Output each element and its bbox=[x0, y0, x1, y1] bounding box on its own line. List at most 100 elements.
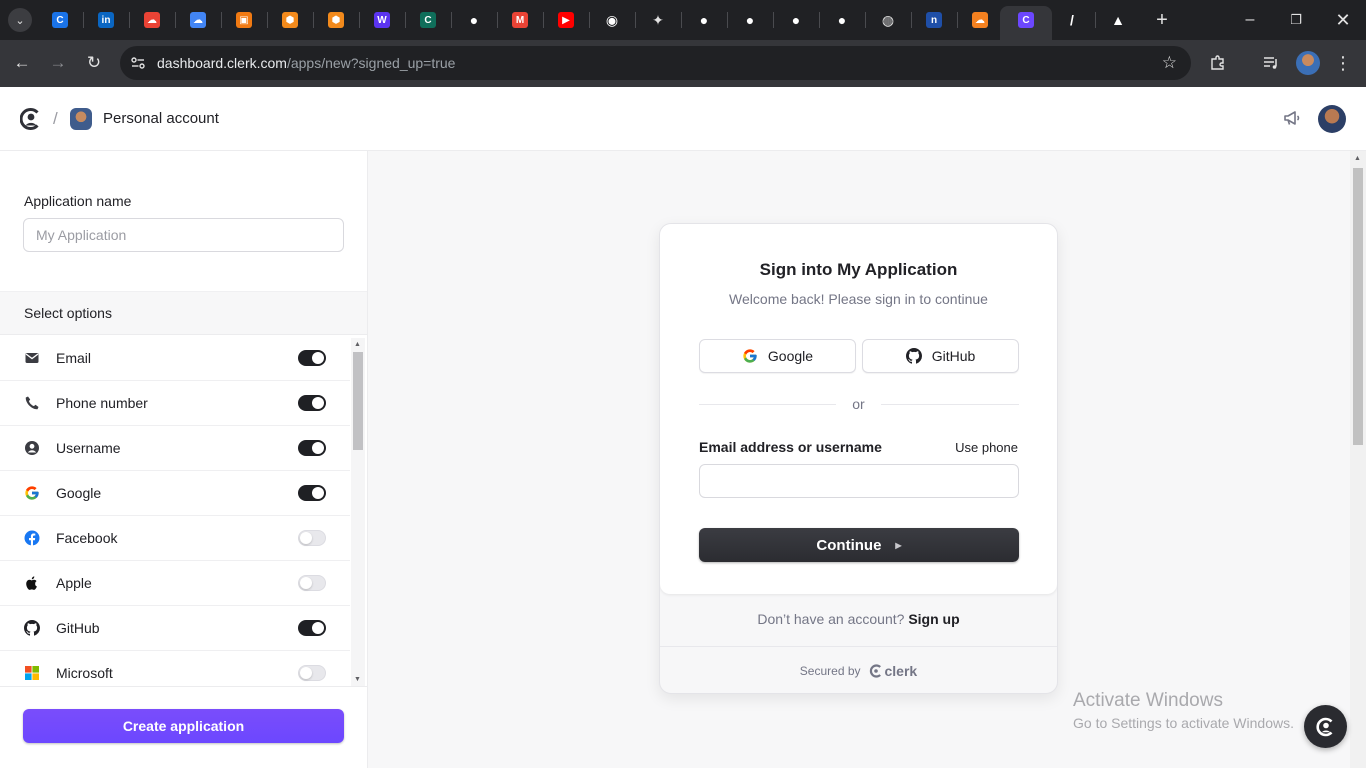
tab-separator bbox=[819, 12, 820, 28]
tab-separator bbox=[727, 12, 728, 28]
tab-search-button[interactable]: ⌄ bbox=[8, 8, 32, 32]
address-bar[interactable]: dashboard.clerk.com/apps/new?signed_up=t… bbox=[120, 46, 1191, 80]
browser-tab[interactable]: W bbox=[368, 6, 396, 34]
tab-separator bbox=[83, 12, 84, 28]
browser-tab[interactable]: ✦ bbox=[644, 6, 672, 34]
google-button-label: Google bbox=[767, 348, 814, 364]
sign-in-subtitle: Welcome back! Please sign in to continue bbox=[729, 291, 988, 307]
breadcrumb-account[interactable]: Personal account bbox=[103, 110, 219, 127]
option-row-microsoft[interactable]: Microsoft bbox=[0, 651, 350, 686]
browser-tab[interactable]: C bbox=[414, 6, 442, 34]
url-host: dashboard.clerk.com bbox=[157, 55, 287, 71]
n-app-icon: n bbox=[926, 12, 942, 28]
browser-tab[interactable]: ☁ bbox=[966, 6, 994, 34]
scroll-up-arrow-icon[interactable]: ▲ bbox=[354, 341, 361, 348]
bookmark-star-icon[interactable]: ☆ bbox=[1162, 53, 1177, 73]
sign-in-card-body: Sign into My Application Welcome back! P… bbox=[660, 224, 1057, 594]
options-scrollbar[interactable]: ▲ ▼ bbox=[351, 338, 365, 686]
sign-in-title: Sign into My Application bbox=[759, 260, 958, 279]
close-window-button[interactable]: ✕ bbox=[1331, 8, 1355, 32]
option-toggle[interactable] bbox=[298, 620, 326, 636]
option-row-phone-number[interactable]: Phone number bbox=[0, 381, 350, 426]
clerk-brand[interactable]: clerk bbox=[869, 663, 917, 679]
cursor-c-icon: C bbox=[420, 12, 436, 28]
browser-tab[interactable]: n bbox=[920, 6, 948, 34]
reload-button[interactable]: ↻ bbox=[82, 51, 106, 75]
sign-up-link[interactable]: Sign up bbox=[908, 611, 959, 627]
browser-tab[interactable]: C bbox=[1012, 6, 1040, 34]
tab-separator bbox=[865, 12, 866, 28]
browser-tab[interactable]: ● bbox=[782, 6, 810, 34]
extensions-icon[interactable] bbox=[1206, 51, 1230, 75]
option-row-email[interactable]: Email bbox=[0, 336, 350, 381]
option-row-apple[interactable]: Apple bbox=[0, 561, 350, 606]
restore-button[interactable]: ❐ bbox=[1284, 8, 1308, 32]
scroll-down-arrow-icon[interactable]: ▼ bbox=[354, 676, 361, 683]
browser-tab[interactable]: ☁ bbox=[184, 6, 212, 34]
github-icon: ● bbox=[791, 12, 801, 28]
new-tab-button[interactable]: + bbox=[1150, 8, 1174, 32]
tab-separator bbox=[957, 12, 958, 28]
browser-tab[interactable]: in bbox=[92, 6, 120, 34]
google-sign-in-button[interactable]: Google bbox=[699, 339, 856, 373]
browser-tab[interactable]: ▶ bbox=[552, 6, 580, 34]
slash-app-icon: / bbox=[1070, 12, 1074, 28]
minimize-button[interactable]: – bbox=[1238, 8, 1262, 32]
option-row-github[interactable]: GitHub bbox=[0, 606, 350, 651]
clerk-logo-icon[interactable] bbox=[20, 108, 42, 130]
browser-tab[interactable]: ▣ bbox=[230, 6, 258, 34]
option-toggle[interactable] bbox=[298, 530, 326, 546]
browser-tab[interactable]: / bbox=[1058, 6, 1086, 34]
forward-button[interactable]: → bbox=[46, 51, 70, 75]
linkedin-icon: in bbox=[98, 12, 114, 28]
browser-tab[interactable]: C bbox=[46, 6, 74, 34]
continue-button[interactable]: Continue ▶ bbox=[699, 528, 1019, 562]
clerk-helper-button[interactable] bbox=[1304, 705, 1347, 748]
option-toggle[interactable] bbox=[298, 665, 326, 681]
create-application-button[interactable]: Create application bbox=[23, 709, 344, 743]
option-row-username[interactable]: Username bbox=[0, 426, 350, 471]
page-scroll-up-icon[interactable]: ▲ bbox=[1354, 155, 1361, 162]
identifier-input[interactable] bbox=[699, 464, 1019, 498]
page-scrollbar[interactable]: ▲ bbox=[1350, 151, 1366, 768]
option-toggle[interactable] bbox=[298, 350, 326, 366]
browser-tab[interactable]: ◍ bbox=[874, 6, 902, 34]
tab-separator bbox=[359, 12, 360, 28]
browser-tab[interactable]: ☁ bbox=[138, 6, 166, 34]
browser-tab[interactable]: ⬢ bbox=[322, 6, 350, 34]
sign-up-prompt: Don’t have an account? Sign up bbox=[660, 611, 1057, 627]
browser-tab[interactable]: ◉ bbox=[598, 6, 626, 34]
option-label: Phone number bbox=[56, 395, 148, 411]
back-button[interactable]: ← bbox=[10, 51, 34, 75]
option-toggle[interactable] bbox=[298, 575, 326, 591]
browser-tab[interactable]: ● bbox=[460, 6, 488, 34]
site-settings-icon[interactable] bbox=[130, 55, 146, 71]
option-toggle[interactable] bbox=[298, 395, 326, 411]
google-cloud-icon: ☁ bbox=[144, 12, 160, 28]
identifier-label: Email address or username bbox=[699, 439, 882, 455]
github-sign-in-button[interactable]: GitHub bbox=[862, 339, 1019, 373]
gmail-icon: M bbox=[512, 12, 528, 28]
account-avatar[interactable] bbox=[70, 108, 92, 130]
options-scrollbar-thumb[interactable] bbox=[353, 352, 363, 450]
announcements-icon[interactable] bbox=[1282, 108, 1302, 128]
option-toggle[interactable] bbox=[298, 485, 326, 501]
option-toggle[interactable] bbox=[298, 440, 326, 456]
browser-tab[interactable]: ● bbox=[736, 6, 764, 34]
media-controls-icon[interactable] bbox=[1259, 51, 1283, 75]
browser-tab[interactable]: ● bbox=[690, 6, 718, 34]
browser-tab[interactable]: ⬢ bbox=[276, 6, 304, 34]
option-row-google[interactable]: Google bbox=[0, 471, 350, 516]
browser-tab[interactable]: M bbox=[506, 6, 534, 34]
user-avatar[interactable] bbox=[1318, 105, 1346, 133]
url-text[interactable]: dashboard.clerk.com/apps/new?signed_up=t… bbox=[157, 55, 455, 71]
option-row-facebook[interactable]: Facebook bbox=[0, 516, 350, 561]
browser-menu-icon[interactable]: ⋮ bbox=[1331, 51, 1355, 75]
app-name-input[interactable] bbox=[23, 218, 344, 252]
page-scrollbar-thumb[interactable] bbox=[1353, 168, 1363, 445]
tab-separator bbox=[497, 12, 498, 28]
browser-tab[interactable]: ● bbox=[828, 6, 856, 34]
profile-avatar[interactable] bbox=[1296, 51, 1320, 75]
browser-tab[interactable]: ▲ bbox=[1104, 6, 1132, 34]
use-phone-link[interactable]: Use phone bbox=[955, 440, 1018, 455]
